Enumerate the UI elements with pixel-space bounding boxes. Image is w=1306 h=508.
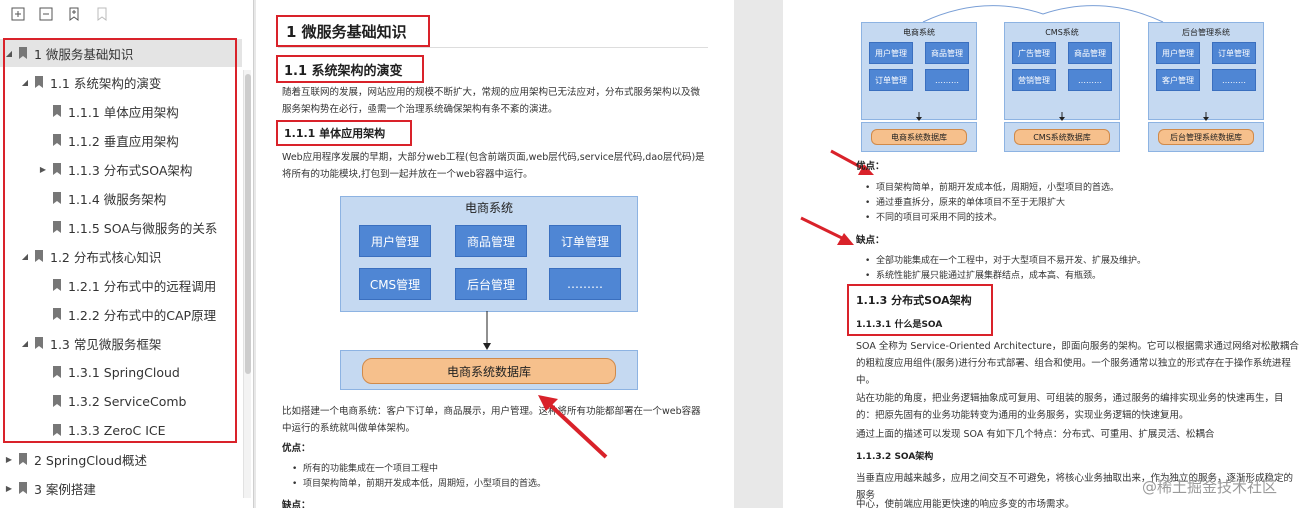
watermark: @稀土掘金技术社区: [1142, 478, 1278, 496]
heading-4: 1.1.3.1 什么是SOA: [856, 320, 943, 330]
expand-toggle-icon[interactable]: ▶: [4, 455, 14, 464]
system-title: 电商系统: [903, 28, 935, 37]
system-title: CMS系统: [1045, 28, 1079, 37]
module-cell: 客户管理: [1156, 69, 1200, 91]
diagram-title: 电商系统: [464, 201, 513, 215]
paragraph: 通过上面的描述可以发现 SOA 有如下几个特点：分布式、可重用、扩展灵活、松耦合: [856, 429, 1215, 440]
add-bookmark-icon[interactable]: [66, 6, 82, 22]
scrollbar-thumb[interactable]: [245, 74, 251, 374]
arrow-annotation-icon: [800, 216, 854, 245]
collapse-all-icon[interactable]: [38, 6, 54, 22]
list-item-text: 不同的项目可采用不同的技术。: [876, 213, 1003, 223]
module-cell: 后台管理: [455, 268, 527, 300]
arrow-down-icon: [916, 112, 922, 121]
list-item: • 项目架构简单，前期开发成本低，周期短，小型项目的首选。: [292, 479, 547, 489]
bookmark-disabled-icon: [94, 6, 110, 22]
paragraph: 随着互联网的发展，网站应用的规模不断扩大，常规的应用架构已无法应对，分布式服务架…: [282, 87, 701, 115]
pdf-viewer: ◢ 1 微服务基础知识 ◢ 1.1 系统架构的演变 1.1.1 单体应用架构 1.1.2 …: [0, 0, 1306, 508]
module-cell: CMS管理: [359, 268, 431, 300]
paragraph: 中心，使前端应用能更快速的响应多变的市场需求。: [856, 499, 1075, 508]
cons-label: 缺点：: [282, 500, 311, 508]
outline-item[interactable]: ▶ 3 案例搭建: [0, 474, 242, 502]
module-cell: 用户管理: [359, 225, 431, 257]
module-cell: 用户管理: [869, 42, 913, 64]
module-cell: 商品管理: [925, 42, 969, 64]
database-cylinder: 后台管理系统数据库: [1158, 129, 1254, 145]
outline-item-label: 2 SpringCloud概述: [34, 452, 147, 468]
list-item: • 所有的功能集成在一个项目工程中: [292, 464, 439, 474]
cons-label: 缺点：: [856, 235, 885, 246]
module-cell: 广告管理: [1012, 42, 1056, 64]
module-cell: 商品管理: [1068, 42, 1112, 64]
paragraph: 比如搭建一个电商系统：客户下订单，商品展示，用户管理。这种将所有功能都部署在一个…: [282, 406, 701, 434]
heading-3: 1.1.3 分布式SOA架构: [856, 294, 972, 307]
module-cell: 订单管理: [869, 69, 913, 91]
database-cylinder: CMS系统数据库: [1014, 129, 1110, 145]
arrow-down-icon: [1059, 112, 1065, 121]
module-cell: ………: [549, 268, 621, 300]
outline-item[interactable]: ▶ 2 SpringCloud概述: [0, 445, 242, 473]
list-item: • 不同的项目可采用不同的技术。: [865, 213, 1003, 223]
bookmark-panel: ◢ 1 微服务基础知识 ◢ 1.1 系统架构的演变 1.1.1 单体应用架构 1.1.2 …: [0, 0, 254, 508]
paragraph: SOA 全称为 Service-Oriented Architecture，即面…: [856, 341, 1299, 386]
module-cell: 用户管理: [1156, 42, 1200, 64]
heading-1: 1 微服务基础知识: [286, 23, 407, 41]
list-item-text: 项目架构简单，前期开发成本低，周期短，小型项目的首选。: [303, 479, 547, 489]
list-item-text: 所有的功能集成在一个项目工程中: [303, 464, 439, 474]
bookmark-icon: [19, 453, 27, 465]
heading-2: 1.1 系统架构的演变: [284, 64, 403, 79]
arrow-down-icon: [1203, 112, 1209, 121]
outline-item-label: 3 案例搭建: [34, 481, 96, 497]
module-cell: 商品管理: [455, 225, 527, 257]
system-title: 后台管理系统: [1182, 28, 1230, 37]
database-cylinder: 电商系统数据库: [871, 129, 967, 145]
bookmark-toolbar: [0, 0, 254, 30]
list-item: • 项目架构简单，前期开发成本低，周期短，小型项目的首选。: [865, 183, 1120, 193]
module-cell: ………: [1068, 69, 1112, 91]
paragraph: 站在功能的角度，把业务逻辑抽象成可复用、可组装的服务，通过服务的编排实现业务的快…: [856, 393, 1284, 421]
expand-toggle-icon[interactable]: ▶: [4, 484, 14, 493]
module-cell: 订单管理: [549, 225, 621, 257]
paragraph: Web应用程序发展的早期，大部分web工程(包含前端页面,web层代码,serv…: [282, 152, 705, 180]
list-item-text: 项目架构简单，前期开发成本低，周期短，小型项目的首选。: [876, 183, 1120, 193]
arrow-annotation-icon: [538, 395, 608, 459]
heading-3: 1.1.1 单体应用架构: [284, 127, 386, 140]
list-item-text: 系统性能扩展只能通过扩展集群结点，成本高、有瓶颈。: [876, 271, 1102, 281]
bookmark-icon: [19, 482, 27, 494]
document-page-2: 电商系统 用户管理 商品管理 订单管理……… 电商系统数据库 CMS系统 广告管理 商品管理营…: [783, 0, 1306, 508]
sidebar-scrollbar[interactable]: [243, 70, 251, 498]
arrow-down-icon: [483, 311, 491, 350]
divider: [278, 47, 708, 48]
pros-label: 优点：: [856, 161, 885, 172]
pros-label: 优点：: [282, 443, 311, 454]
connector-arc: [922, 5, 1164, 23]
list-item: • 系统性能扩展只能通过扩展集群结点，成本高、有瓶颈。: [865, 271, 1102, 281]
database-cylinder: 电商系统数据库: [362, 358, 616, 384]
heading-4: 1.1.3.2 SOA架构: [856, 452, 934, 462]
list-item: • 全部功能集成在一个工程中，对于大型项目不易开发、扩展及维护。: [865, 256, 1147, 266]
module-cell: ………: [1212, 69, 1256, 91]
module-cell: ………: [925, 69, 969, 91]
list-item-text: 全部功能集成在一个工程中，对于大型项目不易开发、扩展及维护。: [876, 256, 1147, 266]
expand-all-icon[interactable]: [10, 6, 26, 22]
list-item-text: 通过垂直拆分，原来的单体项目不至于无限扩大: [876, 198, 1066, 208]
document-page-1: 1 微服务基础知识 1.1 系统架构的演变 随着互联网的发展，网站应用的规模不断…: [256, 0, 734, 508]
module-cell: 营销管理: [1012, 69, 1056, 91]
module-cell: 订单管理: [1212, 42, 1256, 64]
highlight-box: [3, 38, 237, 443]
list-item: • 通过垂直拆分，原来的单体项目不至于无限扩大: [865, 198, 1066, 208]
